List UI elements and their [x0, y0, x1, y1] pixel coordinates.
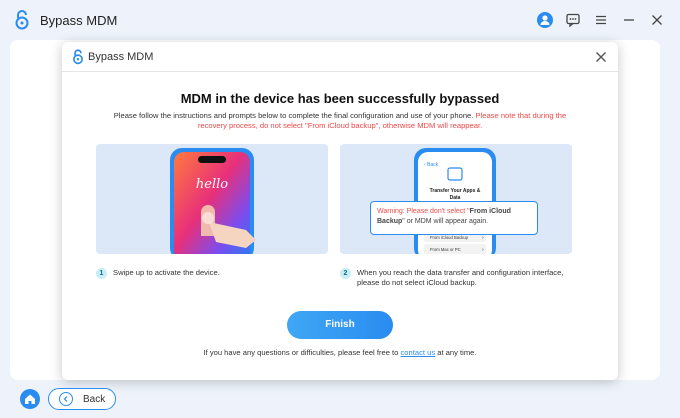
instructions-normal: Please follow the instructions and promp…: [113, 111, 476, 120]
window-controls: [536, 11, 666, 29]
title-bar: Bypass MDM: [0, 0, 680, 40]
warning-callout: Warning: Please don't select "From iClou…: [370, 201, 538, 235]
home-button[interactable]: [20, 389, 40, 409]
step-text: Swipe up to activate the device.: [113, 268, 220, 277]
minimize-icon[interactable]: [620, 11, 638, 29]
transfer-data-illustration: ‹ Back Transfer Your Apps & Data From iC…: [340, 144, 572, 254]
step-number: 2: [340, 268, 351, 279]
instructions-text: Please follow the instructions and promp…: [102, 111, 578, 131]
dialog-title: Bypass MDM: [88, 51, 154, 63]
home-icon: [25, 394, 35, 404]
lock-logo-icon: [73, 49, 83, 65]
step-text: When you reach the data transfer and con…: [357, 268, 564, 287]
dialog-header: Bypass MDM: [62, 42, 618, 72]
close-icon[interactable]: [648, 11, 666, 29]
option-mac-text: From Mac or PC: [430, 247, 461, 252]
phone-transfer-image: ‹ Back Transfer Your Apps & Data From iC…: [414, 148, 496, 254]
step-2: 2 When you reach the data transfer and c…: [340, 268, 580, 288]
phone-hello-image: hello: [170, 148, 256, 254]
swipe-up-illustration: hello: [96, 144, 328, 254]
footer-text-end: at any time.: [435, 348, 477, 357]
help-footer: If you have any questions or difficultie…: [62, 348, 618, 357]
transfer-title-text: Transfer Your Apps &: [430, 188, 481, 194]
feedback-icon[interactable]: [564, 11, 582, 29]
app-title: Bypass MDM: [40, 13, 118, 28]
back-button[interactable]: Back: [48, 388, 116, 410]
lock-logo-icon: [15, 10, 29, 30]
hello-text: hello: [196, 177, 228, 192]
back-label: Back: [83, 393, 106, 405]
step-1: 1 Swipe up to activate the device.: [96, 268, 220, 279]
finish-button[interactable]: Finish: [287, 311, 393, 339]
warning-prefix: Warning: Please don't select ": [377, 208, 470, 215]
warning-suffix: " or MDM will appear again.: [402, 218, 489, 225]
contact-us-link[interactable]: contact us: [401, 348, 436, 357]
svg-text:‹ Back: ‹ Back: [424, 162, 439, 168]
menu-icon[interactable]: [592, 11, 610, 29]
close-icon[interactable]: [594, 50, 608, 64]
success-headline: MDM in the device has been successfully …: [180, 91, 500, 106]
footer-text: If you have any questions or difficultie…: [203, 348, 401, 357]
option-icloud-text: From iCloud Backup: [430, 235, 469, 240]
user-icon[interactable]: [536, 11, 554, 29]
back-arrow-icon: [59, 392, 73, 406]
step-number: 1: [96, 268, 107, 279]
bypass-dialog: Bypass MDM MDM in the device has been su…: [62, 42, 618, 380]
